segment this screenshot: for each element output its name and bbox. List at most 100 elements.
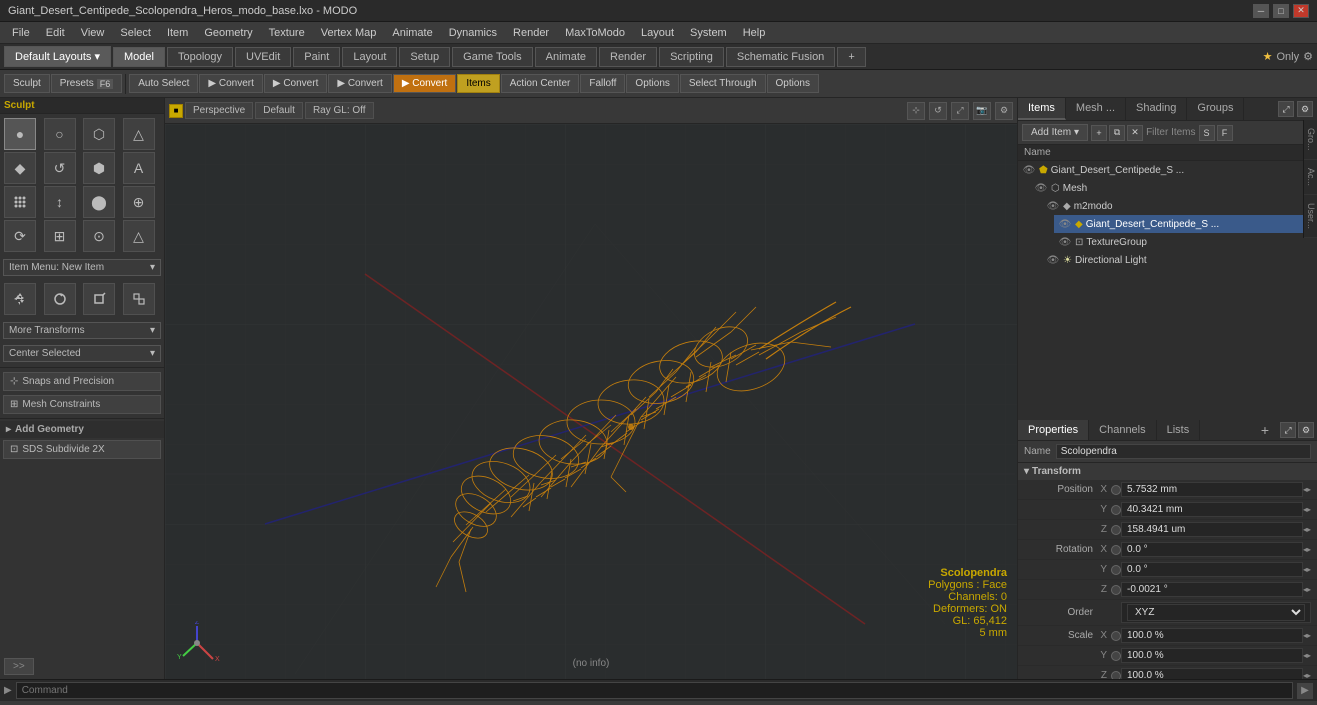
convert-button-1[interactable]: ▶ Convert — [199, 74, 262, 93]
rot-y-right[interactable]: ▸ — [1307, 565, 1311, 574]
menu-dynamics[interactable]: Dynamics — [441, 25, 505, 41]
eye-icon[interactable]: 👁 — [1058, 235, 1072, 249]
snaps-precision-btn[interactable]: ⊹ Snaps and Precision — [3, 372, 161, 391]
tool-arrows[interactable]: ↕ — [44, 186, 76, 218]
tool-sync[interactable]: ⟳ — [4, 220, 36, 252]
scale-y-right[interactable]: ▸ — [1307, 651, 1311, 660]
tab-render[interactable]: Render — [599, 47, 657, 67]
tab-groups[interactable]: Groups — [1187, 98, 1244, 120]
falloff-button[interactable]: Falloff — [580, 74, 625, 93]
menu-animate[interactable]: Animate — [384, 25, 440, 41]
tab-channels[interactable]: Channels — [1089, 420, 1156, 440]
tab-shading[interactable]: Shading — [1126, 98, 1187, 120]
action-center-button[interactable]: Action Center — [501, 74, 580, 93]
close-button[interactable]: ✕ — [1293, 4, 1309, 18]
menu-layout[interactable]: Layout — [633, 25, 682, 41]
item-delete-icon[interactable]: ✕ — [1127, 125, 1143, 141]
transform-header[interactable]: ▾ Transform — [1018, 463, 1317, 480]
name-input[interactable] — [1056, 444, 1311, 459]
eye-icon[interactable]: 👁 — [1034, 181, 1048, 195]
add-geometry-header[interactable]: ▸ Add Geometry — [0, 421, 164, 438]
items-button[interactable]: Items — [457, 74, 499, 93]
add-layout-tab[interactable]: + — [837, 47, 865, 67]
tool-diamond[interactable]: ◆ — [4, 152, 36, 184]
rot-x-right[interactable]: ▸ — [1307, 545, 1311, 554]
tool-target[interactable]: ⊙ — [83, 220, 115, 252]
scale-x-value[interactable]: 100.0 % — [1121, 628, 1303, 643]
menu-geometry[interactable]: Geometry — [196, 25, 260, 41]
pos-z-right-arrow[interactable]: ▸ — [1307, 525, 1311, 534]
vp-icon-look[interactable]: ⊹ — [907, 102, 925, 120]
tab-layout[interactable]: Layout — [342, 47, 397, 67]
pos-y-dot[interactable] — [1111, 505, 1121, 515]
tool-alpha[interactable]: Α — [123, 152, 155, 184]
item-duplicate-icon[interactable]: ⧉ — [1109, 125, 1125, 141]
eye-icon[interactable]: 👁 — [1046, 199, 1060, 213]
side-tab-gro[interactable]: Gro... — [1304, 120, 1317, 160]
tab-properties[interactable]: Properties — [1018, 420, 1089, 440]
side-tab-ac[interactable]: Ac... — [1304, 160, 1317, 195]
tab-mesh[interactable]: Mesh ... — [1066, 98, 1126, 120]
convert-button-4[interactable]: ▶ Convert — [393, 74, 456, 93]
scale-y-value[interactable]: 100.0 % — [1121, 648, 1303, 663]
rot-y-dot[interactable] — [1111, 565, 1121, 575]
vp-icon-reset[interactable]: ↺ — [929, 102, 947, 120]
tool-scale[interactable] — [83, 283, 115, 315]
sds-subdivide-btn[interactable]: ⊡ SDS Subdivide 2X — [3, 440, 161, 459]
sculpt-button[interactable]: Sculpt — [4, 74, 50, 93]
default-layouts-dropdown[interactable]: Default Layouts ▾ — [4, 46, 111, 67]
menu-system[interactable]: System — [682, 25, 735, 41]
prop-expand-icon[interactable]: ⤢ — [1280, 422, 1296, 438]
list-item[interactable]: 👁 ⬡ Mesh — [1030, 179, 1317, 197]
tab-lists[interactable]: Lists — [1157, 420, 1201, 440]
settings-icon[interactable]: ⚙ — [1297, 101, 1313, 117]
tool-move[interactable] — [4, 283, 36, 315]
command-input[interactable] — [16, 682, 1293, 699]
menu-view[interactable]: View — [73, 25, 113, 41]
tool-grid2[interactable]: ⊞ — [44, 220, 76, 252]
tool-dots-grid[interactable] — [4, 186, 36, 218]
rot-x-dot[interactable] — [1111, 545, 1121, 555]
cmd-go-icon[interactable]: ▶ — [1297, 683, 1313, 699]
tool-rotate[interactable]: ↺ — [44, 152, 76, 184]
tab-paint[interactable]: Paint — [293, 47, 340, 67]
menu-select[interactable]: Select — [112, 25, 159, 41]
rot-z-right[interactable]: ▸ — [1307, 585, 1311, 594]
tool-cube[interactable]: ⬢ — [83, 152, 115, 184]
list-item[interactable]: 👁 ⬟ Giant_Desert_Centipede_S ... — [1018, 161, 1317, 179]
tab-animate[interactable]: Animate — [535, 47, 597, 67]
tool-tri2[interactable]: △ — [123, 220, 155, 252]
tab-items[interactable]: Items — [1018, 98, 1066, 120]
view-type-btn[interactable]: Perspective — [185, 102, 253, 119]
tool-hex[interactable]: ⬡ — [83, 118, 115, 150]
more-transforms-dropdown[interactable]: More Transforms ▾ — [3, 322, 161, 339]
expand-button[interactable]: >> — [4, 658, 34, 675]
vp-icon-settings[interactable]: ⚙ — [995, 102, 1013, 120]
tab-scripting[interactable]: Scripting — [659, 47, 724, 67]
menu-render[interactable]: Render — [505, 25, 557, 41]
convert-button-2[interactable]: ▶ Convert — [264, 74, 327, 93]
menu-item[interactable]: Item — [159, 25, 196, 41]
presets-button[interactable]: Presets F6 — [51, 74, 122, 93]
scale-x-dot[interactable] — [1111, 631, 1121, 641]
rot-z-value[interactable]: -0.0021 ° — [1121, 582, 1303, 597]
list-item[interactable]: 👁 ☀ Directional Light — [1042, 251, 1317, 269]
vp-icon-fit[interactable]: ⤢ — [951, 102, 969, 120]
menu-help[interactable]: Help — [735, 25, 774, 41]
rot-x-value[interactable]: 0.0 ° — [1121, 542, 1303, 557]
list-item[interactable]: 👁 ◆ Giant_Desert_Centipede_S ... — [1054, 215, 1317, 233]
filter-F[interactable]: F — [1217, 125, 1233, 141]
menu-texture[interactable]: Texture — [261, 25, 313, 41]
pos-x-right-arrow[interactable]: ▸ — [1307, 485, 1311, 494]
tool-sphere[interactable]: ● — [4, 118, 36, 150]
scale-z-dot[interactable] — [1111, 671, 1121, 680]
eye-icon[interactable]: 👁 — [1046, 253, 1060, 267]
pos-z-value[interactable]: 158.4941 um — [1121, 522, 1303, 537]
rot-z-dot[interactable] — [1111, 585, 1121, 595]
tab-setup[interactable]: Setup — [399, 47, 450, 67]
eye-icon[interactable]: 👁 — [1058, 217, 1072, 231]
tab-uvedit[interactable]: UVEdit — [235, 47, 291, 67]
options-button-1[interactable]: Options — [626, 74, 678, 93]
convert-button-3[interactable]: ▶ Convert — [328, 74, 391, 93]
shading-btn[interactable]: Default — [255, 102, 303, 119]
